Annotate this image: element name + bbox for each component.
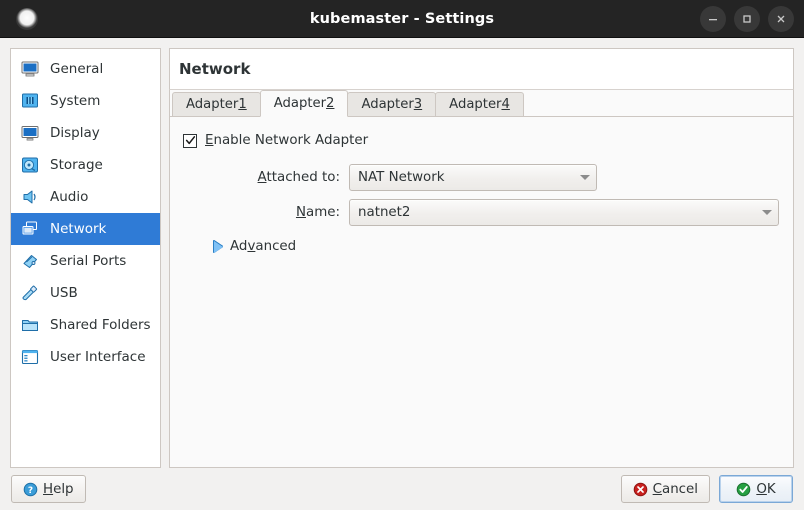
tab-accel: 1 xyxy=(238,97,247,112)
sidebar-item-network[interactable]: Network xyxy=(11,213,160,245)
sidebar-item-label: Storage xyxy=(50,157,103,173)
settings-panel: Network Adapter 1 Adapter 2 Adapter 3 Ad… xyxy=(169,48,794,468)
sidebar-item-serial-ports[interactable]: Serial Ports xyxy=(11,245,160,277)
cancel-accel: C xyxy=(652,481,662,497)
cancel-icon xyxy=(633,482,648,497)
advanced-label-pre: Ad xyxy=(230,239,248,254)
harddisk-icon xyxy=(19,154,41,176)
tab-label: Adapter xyxy=(273,96,327,111)
serial-port-icon xyxy=(19,250,41,272)
sidebar-item-usb[interactable]: USB xyxy=(11,277,160,309)
display-icon xyxy=(19,122,41,144)
advanced-expander[interactable]: Advanced xyxy=(183,239,779,254)
sidebar-item-audio[interactable]: Audio xyxy=(11,181,160,213)
maximize-icon[interactable] xyxy=(734,5,760,32)
tab-adapter-3[interactable]: Adapter 3 xyxy=(347,92,437,117)
sidebar-item-shared-folders[interactable]: Shared Folders xyxy=(11,309,160,341)
sidebar-item-system[interactable]: System xyxy=(11,85,160,117)
attached-to-label: Attached to: xyxy=(183,170,349,185)
name-row: Name: natnet2 xyxy=(183,199,779,226)
window-title: kubemaster - Settings xyxy=(309,10,495,27)
footer-actions: Cancel OK xyxy=(620,475,793,503)
sidebar-item-label: Serial Ports xyxy=(50,253,127,269)
tab-label: Adapter xyxy=(186,97,239,112)
advanced-label: Advanced xyxy=(230,239,296,254)
cancel-button-label: Cancel xyxy=(653,482,698,497)
user-interface-icon xyxy=(19,346,41,368)
sidebar-item-label: System xyxy=(50,93,101,109)
attached-to-row: Attached to: NAT Network xyxy=(183,164,779,191)
settings-window: kubemaster - Settings General System Dis… xyxy=(0,0,804,510)
sidebar-item-label: Shared Folders xyxy=(50,317,151,333)
sidebar-item-label: User Interface xyxy=(50,349,146,365)
folder-icon xyxy=(19,314,41,336)
disclosure-triangle-icon[interactable] xyxy=(214,240,223,253)
dialog-footer: ? Help Cancel OK xyxy=(0,468,804,510)
name-label: Name: xyxy=(183,205,349,220)
tab-label: Adapter xyxy=(449,97,502,112)
sidebar-item-display[interactable]: Display xyxy=(11,117,160,149)
sidebar-item-label: Display xyxy=(50,125,100,141)
tab-adapter-4[interactable]: Adapter 4 xyxy=(435,92,524,117)
sidebar-item-storage[interactable]: Storage xyxy=(11,149,160,181)
adapter-2-content: Enable Network Adapter Attached to: NAT … xyxy=(170,116,793,467)
sidebar-item-label: Network xyxy=(50,221,107,237)
attached-to-combobox[interactable]: NAT Network xyxy=(349,164,597,191)
ok-accel: O xyxy=(756,481,767,497)
enable-network-adapter-label: Enable Network Adapter xyxy=(205,133,368,148)
vm-circle-icon xyxy=(16,7,38,30)
close-icon[interactable] xyxy=(768,5,794,32)
attached-to-value: NAT Network xyxy=(358,170,445,185)
cancel-button[interactable]: Cancel xyxy=(620,475,710,503)
ok-label-rest: K xyxy=(766,481,776,497)
ok-button[interactable]: OK xyxy=(719,475,793,503)
network-name-combobox[interactable]: natnet2 xyxy=(349,199,779,226)
network-icon xyxy=(19,218,41,240)
enable-network-adapter-row[interactable]: Enable Network Adapter xyxy=(183,133,779,148)
advanced-label-rest: anced xyxy=(255,239,297,254)
chevron-down-icon xyxy=(580,175,590,180)
tab-accel: 2 xyxy=(326,96,335,111)
chevron-down-icon xyxy=(762,210,772,215)
attached-to-label-rest: ttached to: xyxy=(266,170,340,185)
tab-accel: 3 xyxy=(413,97,423,112)
minimize-icon[interactable] xyxy=(700,5,726,32)
speaker-icon xyxy=(19,186,41,208)
dialog-body: General System Display Storage Audio Net… xyxy=(0,38,804,468)
monitor-icon xyxy=(19,58,41,80)
sidebar-item-user-interface[interactable]: User Interface xyxy=(11,341,160,373)
sidebar-item-general[interactable]: General xyxy=(11,53,160,85)
checkbox-label-rest: nable Network Adapter xyxy=(213,133,369,148)
help-label-rest: elp xyxy=(53,481,74,497)
name-label-rest: ame: xyxy=(306,205,340,220)
title-bar: kubemaster - Settings xyxy=(0,0,804,38)
tab-adapter-2[interactable]: Adapter 2 xyxy=(259,90,349,117)
enable-network-adapter-checkbox[interactable] xyxy=(183,133,197,148)
help-icon: ? xyxy=(23,482,38,497)
panel-inner: Adapter 1 Adapter 2 Adapter 3 Adapter 4 … xyxy=(169,89,794,468)
page-title: Network xyxy=(169,48,794,89)
sidebar-item-label: General xyxy=(50,61,104,77)
sidebar-item-label: Audio xyxy=(50,189,89,205)
help-button[interactable]: ? Help xyxy=(11,475,86,503)
svg-text:?: ? xyxy=(28,486,33,496)
ok-button-label: OK xyxy=(756,482,775,497)
name-accel: N xyxy=(295,205,306,220)
window-controls xyxy=(700,5,794,32)
usb-icon xyxy=(19,282,41,304)
network-name-value: natnet2 xyxy=(358,205,411,220)
motherboard-icon xyxy=(19,90,41,112)
help-button-label: Help xyxy=(43,482,74,497)
adapter-tabs: Adapter 1 Adapter 2 Adapter 3 Adapter 4 xyxy=(170,90,793,117)
cancel-label-rest: ancel xyxy=(661,481,698,497)
tab-adapter-1[interactable]: Adapter 1 xyxy=(172,92,261,117)
settings-category-list: General System Display Storage Audio Net… xyxy=(10,48,161,468)
tab-accel: 4 xyxy=(501,97,510,112)
ok-icon xyxy=(736,482,751,497)
sidebar-item-label: USB xyxy=(50,285,78,301)
tab-label: Adapter xyxy=(361,97,414,112)
help-accel: H xyxy=(43,481,54,497)
